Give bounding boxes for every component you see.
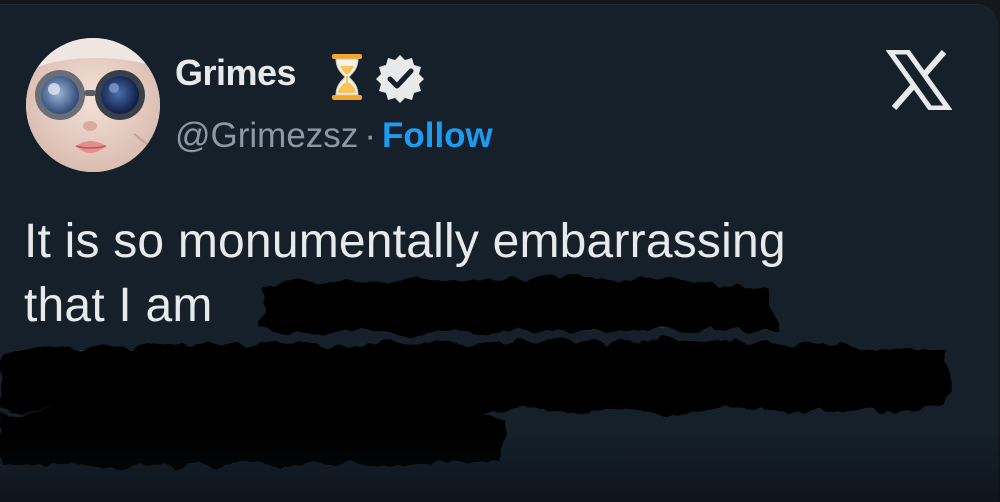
hourglass-icon <box>332 54 362 100</box>
display-name[interactable]: Grimes <box>175 52 297 94</box>
separator-dot: · <box>364 116 376 155</box>
follow-button[interactable]: Follow <box>382 116 493 155</box>
bottom-shade <box>0 430 1000 502</box>
verified-badge-icon <box>376 55 424 103</box>
handle[interactable]: @Grimezsz <box>175 116 358 155</box>
avatar[interactable] <box>26 38 160 172</box>
tweet-line-2: that I am <box>24 279 213 332</box>
tweet-line-1: It is so monumentally embarrassing <box>24 215 786 268</box>
tweet-text: It is so monumentally embarrassing that … <box>24 210 974 338</box>
avatar-image <box>26 38 160 172</box>
screenshot-frame: Grimes @Grimezsz · Follow It is so monumen… <box>0 0 1000 502</box>
x-logo-icon[interactable] <box>886 50 952 110</box>
handle-row: @Grimezsz · Follow <box>175 116 493 156</box>
